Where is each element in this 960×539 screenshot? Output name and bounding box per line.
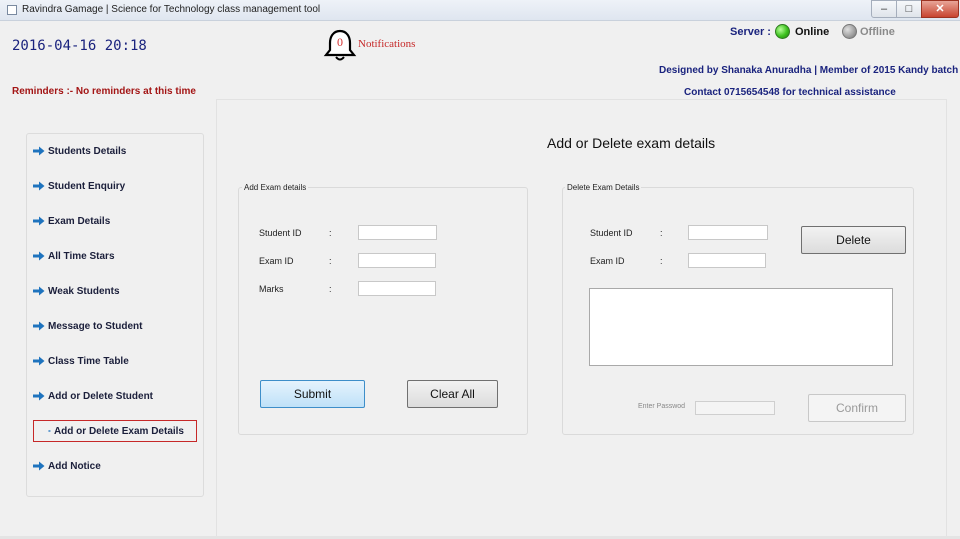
right-arrow-icon	[33, 146, 45, 156]
sidebar-item-label: All Time Stars	[48, 250, 115, 262]
maximize-button[interactable]: □	[896, 0, 922, 18]
sidebar-item-label: Student Enquiry	[48, 180, 126, 192]
page-title: Add or Delete exam details	[547, 135, 716, 151]
close-button[interactable]: ✕	[921, 0, 959, 18]
online-status-icon	[775, 24, 790, 39]
online-label: Online	[795, 26, 830, 38]
add-exam-id-input[interactable]	[358, 253, 436, 268]
sidebar-item-students-details[interactable]: Students Details	[33, 140, 126, 162]
add-exam-id-label: Exam ID	[259, 256, 294, 266]
right-arrow-icon	[48, 429, 51, 433]
sidebar-item-label: Add Notice	[48, 460, 101, 472]
right-arrow-icon	[33, 251, 45, 261]
server-label: Server :	[730, 26, 771, 38]
marks-label: Marks	[259, 284, 284, 294]
sidebar-item-class-time-table[interactable]: Class Time Table	[33, 350, 129, 372]
sidebar-item-label: Students Details	[48, 145, 127, 157]
right-arrow-icon	[33, 356, 45, 366]
delete-exam-id-input[interactable]	[688, 253, 766, 268]
add-exam-group-caption: Add Exam details	[242, 183, 309, 192]
right-arrow-icon	[33, 216, 45, 226]
contact-text: Contact 0715654548 for technical assista…	[684, 87, 896, 98]
sidebar-item-label: Add or Delete Exam Details	[53, 425, 184, 437]
title-bar[interactable]: Ravindra Gamage | Science for Technology…	[0, 0, 960, 21]
sidebar-item-student-enquiry[interactable]: Student Enquiry	[33, 175, 125, 197]
reminders-text: Reminders :- No reminders at this time	[12, 86, 196, 97]
sidebar-item-label: Weak Students	[48, 285, 120, 297]
add-student-id-label: Student ID	[259, 228, 302, 238]
right-arrow-icon	[33, 321, 45, 331]
colon: :	[329, 284, 332, 294]
sidebar-item-label: Message to Student	[48, 320, 143, 332]
offline-label: Offline	[860, 26, 895, 38]
delete-student-id-label: Student ID	[590, 228, 633, 238]
password-input[interactable]	[695, 401, 775, 415]
sidebar-item-add-or-delete-exam-details[interactable]: Add or Delete Exam Details	[33, 420, 197, 442]
marks-input[interactable]	[358, 281, 436, 296]
sidebar-item-all-time-stars[interactable]: All Time Stars	[33, 245, 115, 267]
designed-by-text: Designed by Shanaka Anuradha | Member of…	[659, 65, 959, 76]
delete-exam-group-caption: Delete Exam Details	[565, 183, 642, 192]
add-student-id-input[interactable]	[358, 225, 437, 240]
colon: :	[660, 256, 663, 266]
sidebar-item-weak-students[interactable]: Weak Students	[33, 280, 120, 302]
minimize-button[interactable]: –	[871, 0, 897, 18]
delete-student-id-input[interactable]	[688, 225, 768, 240]
notification-count: 0	[337, 35, 343, 49]
window-title: Ravindra Gamage | Science for Technology…	[22, 4, 321, 15]
sidebar-item-add-notice[interactable]: Add Notice	[33, 455, 101, 477]
confirm-button[interactable]: Confirm	[808, 394, 906, 422]
delete-result-box[interactable]	[589, 288, 893, 366]
right-arrow-icon	[33, 286, 45, 296]
datetime-display: 2016-04-16 20:18	[12, 38, 147, 54]
password-label: Enter Passwod	[638, 403, 686, 410]
colon: :	[329, 256, 332, 266]
sidebar-item-message-to-student[interactable]: Message to Student	[33, 315, 142, 337]
sidebar-item-label: Exam Details	[48, 215, 111, 227]
submit-button[interactable]: Submit	[260, 380, 365, 408]
right-arrow-icon	[33, 461, 45, 471]
right-arrow-icon	[33, 391, 45, 401]
delete-button[interactable]: Delete	[801, 226, 906, 254]
sidebar-item-exam-details[interactable]: Exam Details	[33, 210, 110, 232]
clear-all-button[interactable]: Clear All	[407, 380, 498, 408]
sidebar-item-add-or-delete-student[interactable]: Add or Delete Student	[33, 385, 153, 407]
sidebar-item-label: Add or Delete Student	[48, 390, 154, 402]
offline-status-icon	[842, 24, 857, 39]
colon: :	[329, 228, 332, 238]
sidebar-item-label: Class Time Table	[48, 355, 129, 367]
colon: :	[660, 228, 663, 238]
right-arrow-icon	[33, 181, 45, 191]
delete-exam-id-label: Exam ID	[590, 256, 625, 266]
notifications-link[interactable]: Notifications	[358, 38, 415, 50]
app-icon	[7, 5, 17, 15]
